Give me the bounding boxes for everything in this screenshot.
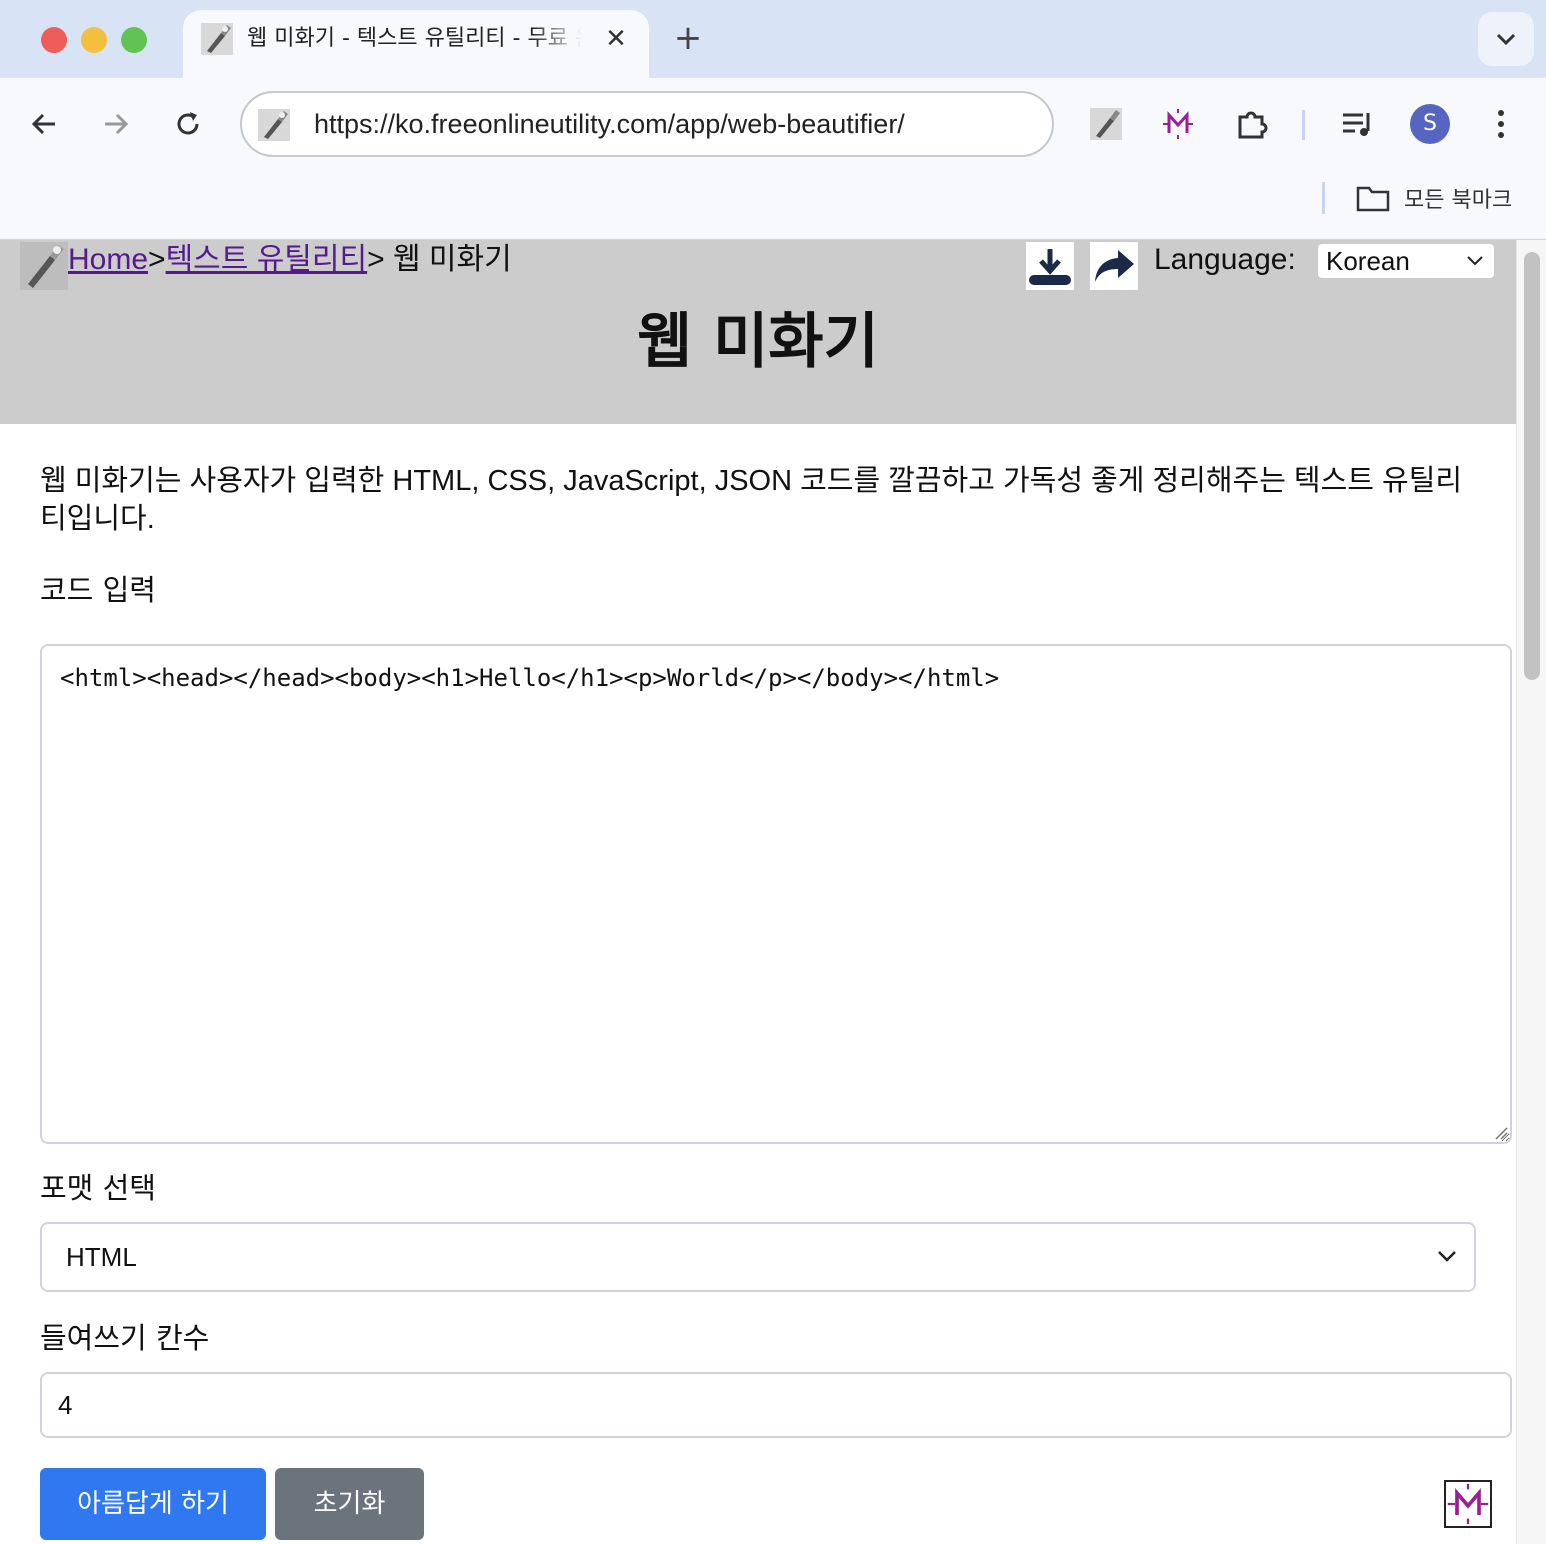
url-text: https://ko.freeonlineutility.com/app/web… <box>314 109 905 139</box>
resize-grip-icon[interactable] <box>1494 1126 1508 1140</box>
share-button[interactable] <box>1090 242 1138 290</box>
wrench-icon <box>201 23 233 55</box>
m-logo-icon[interactable] <box>1444 1480 1492 1528</box>
page-viewport: Home>텍스트 유틸리티> 웹 미화기 Language: Korean 웹 … <box>0 240 1546 1544</box>
format-select-label: 포맷 선택 <box>40 1171 156 1205</box>
reset-button[interactable]: 초기화 <box>275 1468 424 1540</box>
language-select-value: Korean <box>1326 246 1410 276</box>
format-select[interactable]: HTML <box>40 1222 1476 1292</box>
language-label: Language: <box>1154 243 1296 276</box>
page-scrollbar[interactable] <box>1516 240 1546 1544</box>
m-logo-icon <box>1163 109 1193 139</box>
code-input-label: 코드 입력 <box>40 573 156 607</box>
scrollbar-thumb[interactable] <box>1524 252 1540 680</box>
extension-m-button[interactable] <box>1160 106 1196 142</box>
all-bookmarks-button[interactable]: 모든 북마크 <box>1356 180 1512 216</box>
tab-strip: 웹 미화기 - 텍스트 유틸리티 - 무료 온라인 유틸리티 ✕ + <box>0 0 1546 80</box>
new-tab-button[interactable]: + <box>670 20 706 56</box>
code-input[interactable]: <html><head></head><body><h1>Hello</h1><… <box>40 644 1512 1144</box>
browser-toolbar: https://ko.freeonlineutility.com/app/web… <box>0 78 1546 240</box>
breadcrumb-home-link[interactable]: Home <box>68 243 148 276</box>
extension-wrench-button[interactable] <box>1088 106 1124 142</box>
reload-button[interactable] <box>168 104 208 144</box>
reload-icon <box>177 112 199 135</box>
all-bookmarks-label: 모든 북마크 <box>1404 188 1513 213</box>
browser-menu-button[interactable] <box>1486 102 1516 146</box>
wrench-icon <box>20 242 68 290</box>
chevron-down-icon <box>1438 1251 1456 1262</box>
indent-size-input[interactable]: 4 <box>40 1372 1512 1438</box>
language-select[interactable]: Korean <box>1318 244 1494 278</box>
chevron-down-icon <box>1467 256 1483 266</box>
wrench-icon <box>258 109 290 141</box>
profile-avatar[interactable]: S <box>1410 104 1450 144</box>
download-icon <box>1029 249 1071 285</box>
kebab-menu-icon <box>1498 110 1504 138</box>
tab-search-button[interactable] <box>1478 12 1534 66</box>
chevron-down-icon <box>1496 33 1516 46</box>
wrench-icon <box>1090 108 1122 140</box>
address-bar[interactable]: https://ko.freeonlineutility.com/app/web… <box>240 91 1054 157</box>
intro-text: 웹 미화기는 사용자가 입력한 HTML, CSS, JavaScript, J… <box>40 465 1463 535</box>
back-button[interactable] <box>24 104 64 144</box>
tab-close-icon[interactable]: ✕ <box>601 24 631 54</box>
close-window-button[interactable] <box>41 27 67 53</box>
breadcrumb-current: > 웹 미화기 <box>367 243 512 276</box>
tab-title: 웹 미화기 - 텍스트 유틸리티 - 무료 온라인 유틸리티 <box>247 26 582 51</box>
page-title: 웹 미화기 <box>637 307 879 377</box>
media-control-button[interactable] <box>1340 106 1376 142</box>
beautify-button[interactable]: 아름답게 하기 <box>40 1468 266 1540</box>
maximize-window-button[interactable] <box>121 27 147 53</box>
active-tab[interactable]: 웹 미화기 - 텍스트 유틸리티 - 무료 온라인 유틸리티 ✕ <box>183 10 649 80</box>
page-header: Home>텍스트 유틸리티> 웹 미화기 Language: Korean 웹 … <box>0 240 1516 424</box>
indent-size-label: 들여쓰기 칸수 <box>40 1321 210 1355</box>
back-arrow-icon <box>31 113 55 135</box>
breadcrumb-separator: > <box>148 243 166 276</box>
download-button[interactable] <box>1026 242 1074 290</box>
breadcrumb-category-link[interactable]: 텍스트 유틸리티 <box>166 243 368 276</box>
toolbar-divider <box>1302 110 1305 140</box>
extension-puzzle-icon <box>1238 111 1268 139</box>
bookmarks-divider <box>1322 182 1325 214</box>
forward-arrow-icon <box>105 113 129 135</box>
extensions-button[interactable] <box>1234 106 1270 142</box>
share-icon <box>1095 250 1134 282</box>
media-queue-icon <box>1343 113 1370 136</box>
breadcrumb: Home>텍스트 유틸리티> 웹 미화기 <box>68 240 512 280</box>
forward-button[interactable] <box>96 104 136 144</box>
folder-icon <box>1356 186 1390 212</box>
format-select-value: HTML <box>66 1242 137 1272</box>
minimize-window-button[interactable] <box>81 27 107 53</box>
